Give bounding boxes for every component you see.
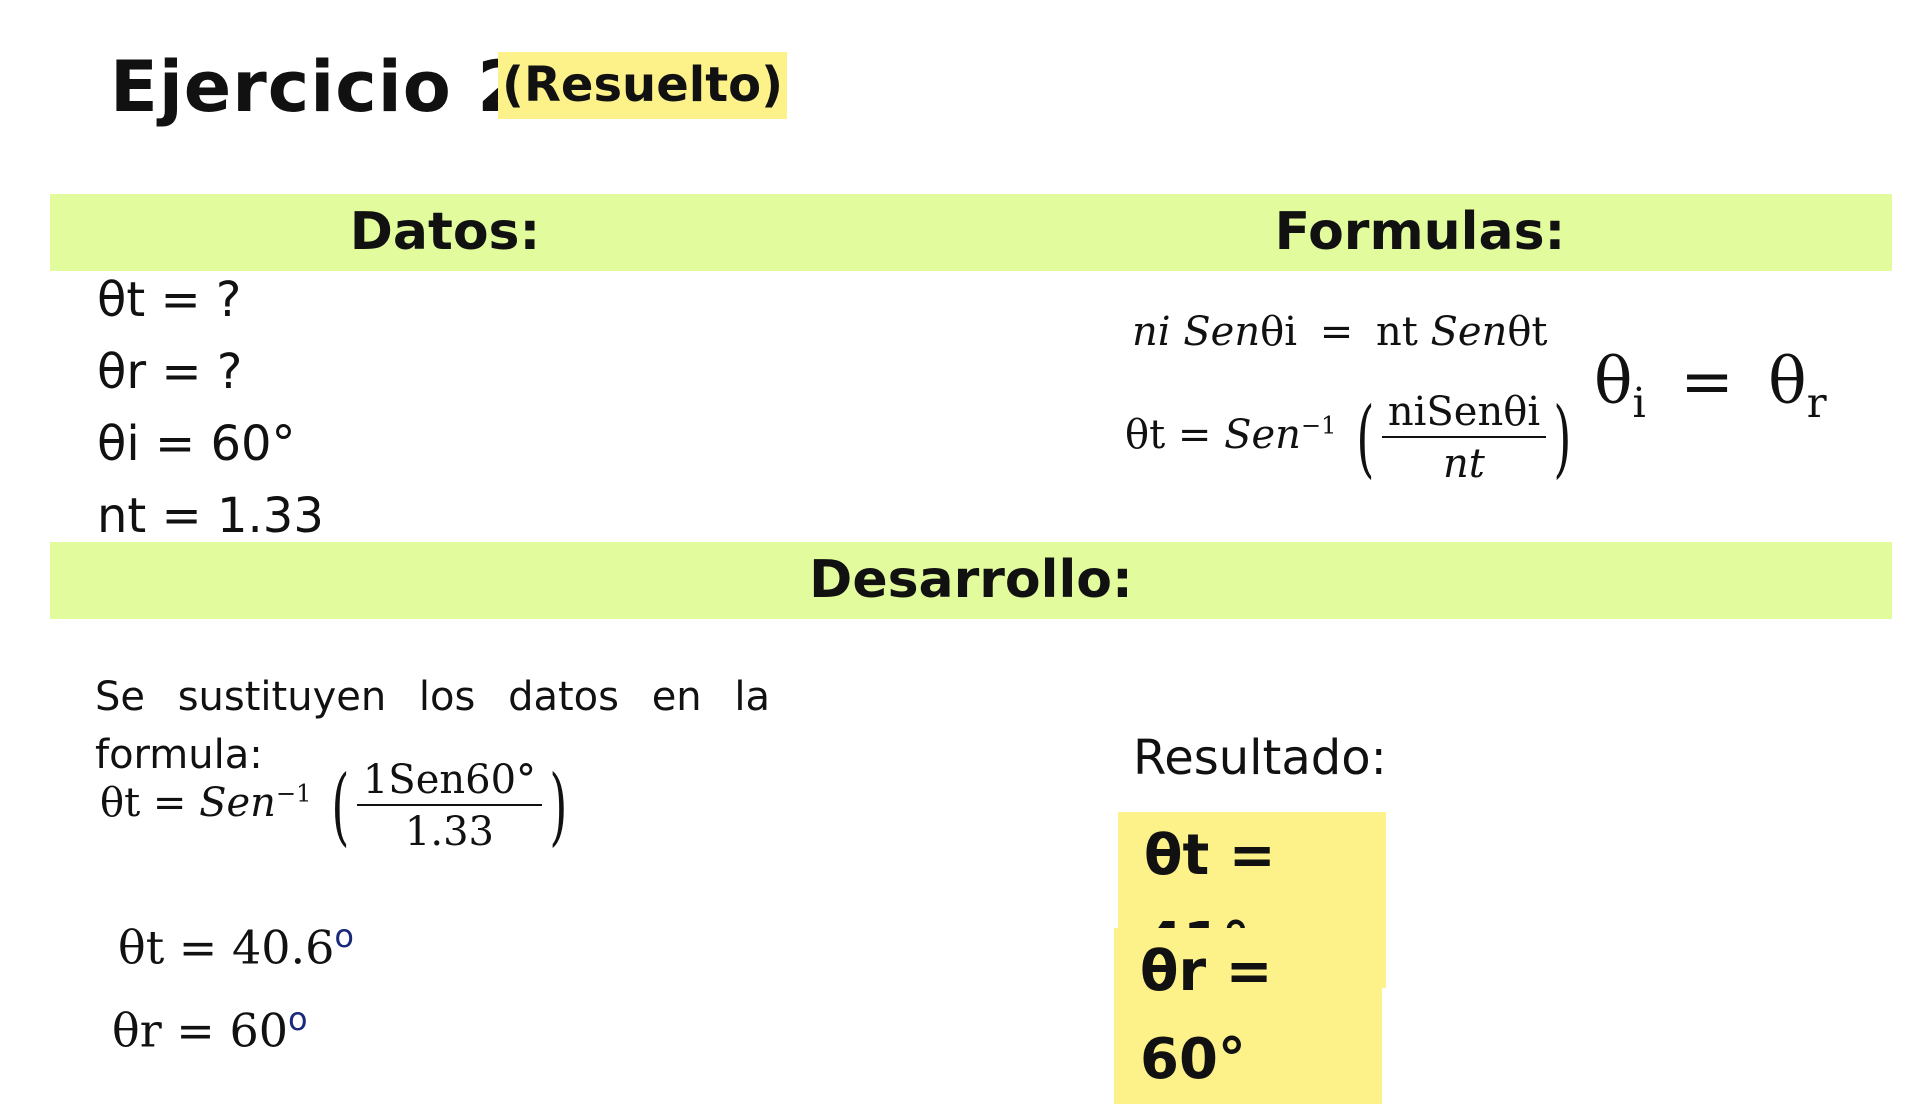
substitution-function: Sen (199, 780, 276, 826)
substitution-numerator: 1Sen60° (356, 760, 543, 806)
inverse-numerator: niSenθi (1381, 392, 1547, 438)
inverse-denominator: nt (1443, 441, 1485, 487)
resultado-label: Resultado: (1133, 730, 1387, 786)
snell-left-term: ni Sen (1132, 309, 1261, 355)
inverse-exponent: −1 (1300, 411, 1337, 440)
dato-theta-i: θi = 60° (97, 416, 296, 472)
step-theta-r: θr = 60o (112, 1003, 308, 1053)
degree-symbol: o (334, 917, 354, 955)
reflection-rhs-sub: r (1806, 377, 1827, 427)
dato-theta-r: θr = ? (97, 344, 243, 400)
datos-heading: Datos: (349, 202, 541, 262)
result-theta-r: θr = 60° (1114, 928, 1382, 1104)
reflection-law-formula: θi = θr (1594, 350, 1827, 423)
reflection-rhs: θ (1768, 345, 1807, 419)
desarrollo-header-band: Desarrollo: (50, 542, 1892, 619)
snell-nt: nt (1375, 309, 1418, 355)
inverse-sine-formula: θt = Sen−1 (niSenθi nt) (1125, 392, 1579, 484)
substitution-fraction: 1Sen60° 1.33 (356, 760, 543, 855)
substitution-lhs: θt = (100, 780, 187, 826)
reflection-lhs-sub: i (1632, 377, 1646, 427)
snell-right-symbol: θt (1507, 309, 1548, 355)
substitution-left-paren: ( (331, 757, 350, 855)
substitution-formula: θt = Sen−1 (1Sen60° 1.33) (100, 760, 575, 852)
left-paren: ( (1356, 389, 1375, 487)
step-theta-t: θt = 40.6o (118, 920, 354, 970)
inverse-fraction: niSenθi nt (1381, 392, 1547, 487)
step-theta-t-value: θt = 40.6 (118, 920, 335, 975)
datos-formulas-header-band: Datos: Formulas: (50, 194, 1892, 271)
inverse-function: Sen (1224, 412, 1301, 458)
step-theta-r-value: θr = 60 (112, 1003, 289, 1058)
formulas-heading: Formulas: (1274, 202, 1566, 262)
reflection-equals: = (1680, 345, 1734, 419)
substitution-right-paren: ) (549, 757, 568, 855)
reflection-lhs: θ (1594, 345, 1633, 419)
dato-nt: nt = 1.33 (97, 488, 324, 544)
desarrollo-heading: Desarrollo: (809, 550, 1133, 610)
substitution-text-line1: Se sustituyen los datos en la (95, 674, 770, 720)
substitution-denominator: 1.33 (404, 809, 494, 855)
inverse-lhs: θt = (1125, 412, 1212, 458)
degree-symbol: o (288, 1000, 308, 1038)
snell-left-symbol: θi (1260, 309, 1297, 355)
exercise-title: Ejercicio 2. (110, 46, 555, 128)
snell-equals: = (1319, 309, 1354, 355)
snell-right-term: Sen (1430, 309, 1508, 355)
substitution-exponent: −1 (275, 779, 312, 808)
dato-theta-t: θt = ? (97, 272, 242, 328)
right-paren: ) (1553, 389, 1572, 487)
solved-badge: (Resuelto) (498, 52, 788, 120)
snell-law-formula: ni Senθi = nt Senθt (1132, 312, 1548, 352)
